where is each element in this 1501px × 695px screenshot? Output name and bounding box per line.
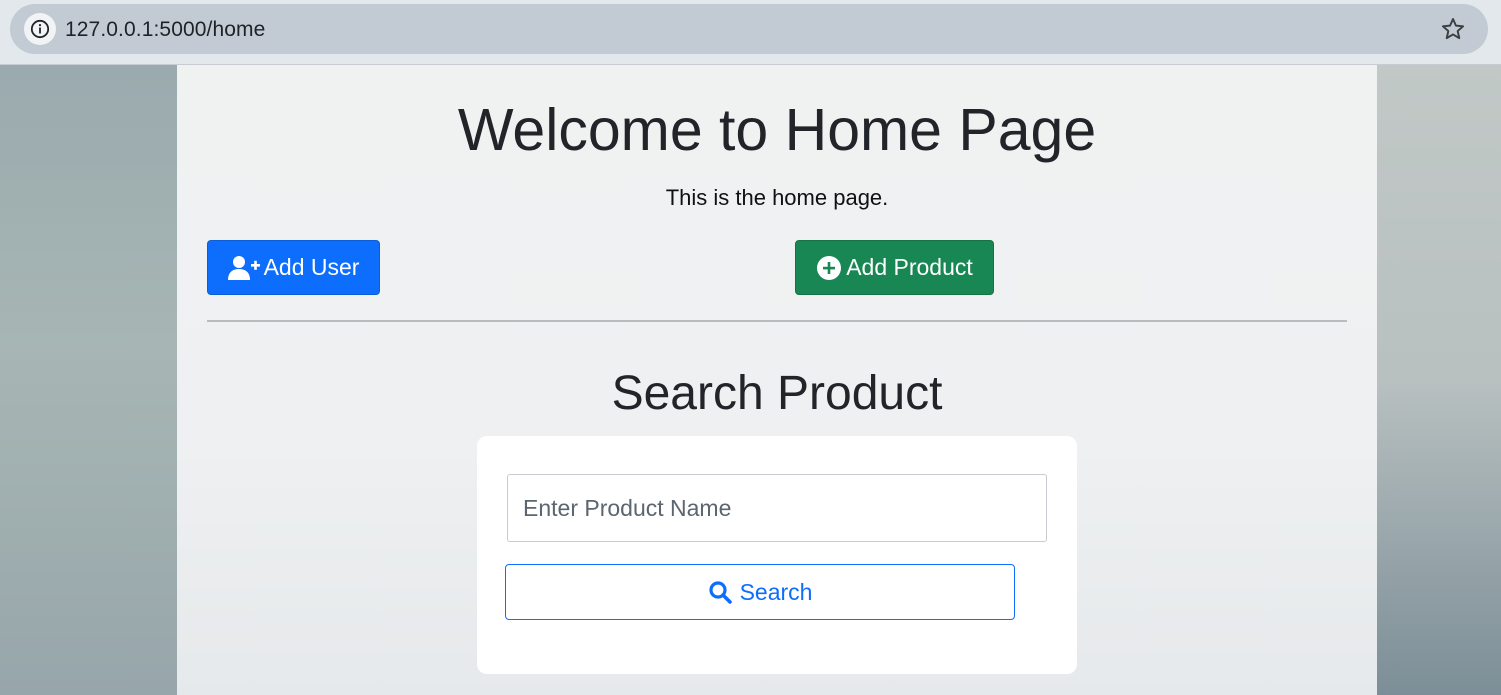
browser-toolbar: 127.0.0.1:5000/home: [0, 0, 1501, 65]
info-icon[interactable]: [24, 13, 56, 45]
url-text[interactable]: 127.0.0.1:5000/home: [65, 18, 265, 42]
add-product-label: Add Product: [846, 254, 973, 280]
search-button-label: Search: [739, 578, 813, 605]
main-container: Welcome to Home Page This is the home pa…: [177, 65, 1377, 695]
search-card: Search: [477, 436, 1077, 674]
page-background-right: [1377, 65, 1501, 695]
page-background-left: [0, 65, 177, 695]
product-name-input[interactable]: [507, 474, 1047, 542]
plus-circle-icon: [817, 255, 842, 280]
user-plus-icon: [227, 255, 260, 280]
search-icon: [708, 581, 732, 604]
page-title: Welcome to Home Page: [457, 97, 1097, 163]
add-user-button[interactable]: Add User: [207, 240, 380, 295]
add-user-label: Add User: [263, 254, 360, 280]
divider: [207, 320, 1347, 322]
star-icon[interactable]: [1440, 16, 1466, 42]
search-heading: Search Product: [611, 367, 943, 420]
add-product-button[interactable]: Add Product: [795, 240, 994, 295]
search-button[interactable]: Search: [505, 564, 1015, 620]
address-bar[interactable]: 127.0.0.1:5000/home: [10, 4, 1488, 54]
page-subtitle: This is the home page.: [665, 185, 889, 210]
